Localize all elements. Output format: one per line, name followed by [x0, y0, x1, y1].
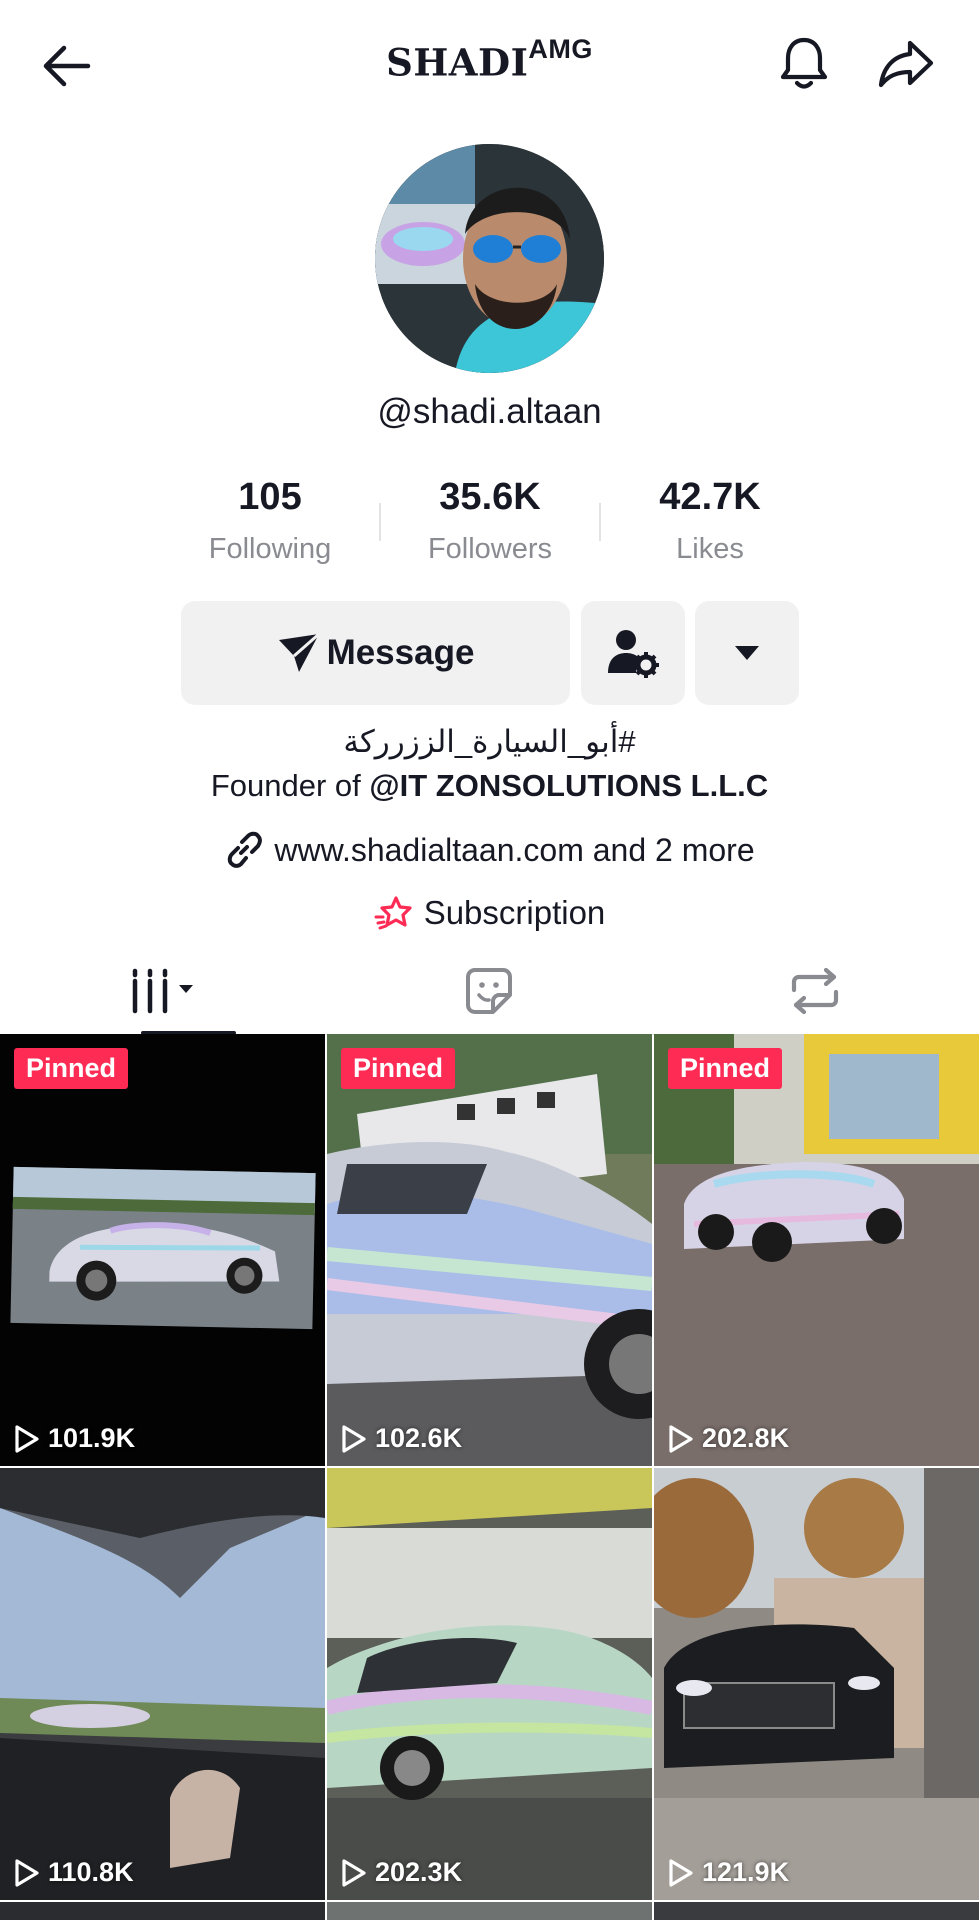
- profile-settings-button[interactable]: [581, 601, 685, 705]
- stat-value: 105: [238, 476, 302, 518]
- play-icon: [15, 1424, 39, 1453]
- video-thumbnail: [0, 1034, 325, 1466]
- subscription-star-icon: [374, 896, 412, 930]
- view-count: 202.3K: [341, 1857, 462, 1888]
- top-bar: SHADIAMG: [0, 0, 979, 125]
- content-tabs: [0, 948, 979, 1035]
- subscription-label: Subscription: [423, 894, 606, 931]
- view-count: 101.9K: [14, 1423, 135, 1454]
- bio-prefix: Founder of: [210, 768, 370, 803]
- stat-label: Likes: [676, 533, 744, 565]
- caret-down-icon: [735, 646, 759, 660]
- video-thumbnail: [327, 1034, 652, 1466]
- video-thumbnail: [0, 1468, 325, 1900]
- view-count: 102.6K: [341, 1423, 462, 1454]
- view-count: 202.8K: [668, 1423, 789, 1454]
- bio-mention[interactable]: @IT ZONSOLUTIONS L.L.C: [369, 768, 768, 803]
- user-settings-icon: [608, 630, 659, 678]
- videos-grid-icon: [132, 968, 193, 1014]
- video-tile[interactable]: [327, 1902, 652, 1920]
- stat-likes[interactable]: 42.7K Likes: [610, 476, 810, 566]
- video-tile[interactable]: 110.8K: [0, 1468, 325, 1900]
- stat-followers[interactable]: 35.6K Followers: [390, 476, 590, 566]
- stat-value: 42.7K: [659, 476, 761, 518]
- link-icon: [228, 831, 263, 868]
- bio-hashtag[interactable]: #أبو_السيارة_الززرركة: [0, 724, 979, 760]
- sticker-icon: [466, 968, 512, 1014]
- video-thumbnail: [654, 1468, 979, 1900]
- bio-founder-line: Founder of @IT ZONSOLUTIONS L.L.C: [0, 768, 979, 804]
- tab-reposts[interactable]: [652, 948, 978, 1034]
- play-icon: [15, 1858, 39, 1887]
- profile-link[interactable]: www.shadialtaan.com and 2 more: [0, 830, 979, 870]
- stat-label: Following: [208, 533, 332, 565]
- video-tile[interactable]: Pinned 202.8K: [654, 1034, 979, 1466]
- video-tile[interactable]: [654, 1902, 979, 1920]
- stat-following[interactable]: 105 Following: [170, 476, 370, 566]
- more-options-dropdown-button[interactable]: [695, 601, 799, 705]
- bell-icon[interactable]: [772, 30, 836, 96]
- view-count: 110.8K: [14, 1857, 134, 1888]
- stat-divider: [379, 503, 381, 541]
- tab-videos[interactable]: [0, 948, 326, 1035]
- video-tile[interactable]: Pinned 101.9K: [0, 1034, 325, 1466]
- video-tile[interactable]: 202.3K: [327, 1468, 652, 1900]
- play-icon: [669, 1424, 693, 1453]
- video-thumbnail: [654, 1034, 979, 1466]
- send-icon: [278, 632, 320, 672]
- repost-icon: [791, 968, 839, 1014]
- play-icon: [342, 1858, 366, 1887]
- username-handle: @shadi.altaan: [377, 392, 602, 431]
- message-button-label: Message: [326, 633, 475, 672]
- video-thumbnail: [327, 1468, 652, 1900]
- play-icon: [342, 1424, 366, 1453]
- video-tile[interactable]: 121.9K: [654, 1468, 979, 1900]
- pinned-badge: Pinned: [14, 1048, 129, 1089]
- stat-value: 35.6K: [439, 476, 541, 518]
- play-icon: [669, 1858, 693, 1887]
- stat-label: Followers: [427, 533, 553, 565]
- stat-divider: [599, 503, 601, 541]
- message-button[interactable]: Message: [181, 601, 570, 705]
- share-icon[interactable]: [874, 32, 938, 96]
- video-tile[interactable]: Pinned 102.6K: [327, 1034, 652, 1466]
- view-count: 121.9K: [668, 1857, 789, 1888]
- profile-link-text: www.shadialtaan.com and 2 more: [274, 831, 755, 868]
- pinned-badge: Pinned: [341, 1048, 456, 1089]
- video-tile[interactable]: [0, 1902, 325, 1920]
- tab-stickers[interactable]: [326, 948, 652, 1034]
- subscription-link[interactable]: Subscription: [0, 894, 979, 932]
- pinned-badge: Pinned: [668, 1048, 783, 1089]
- avatar[interactable]: [375, 144, 604, 373]
